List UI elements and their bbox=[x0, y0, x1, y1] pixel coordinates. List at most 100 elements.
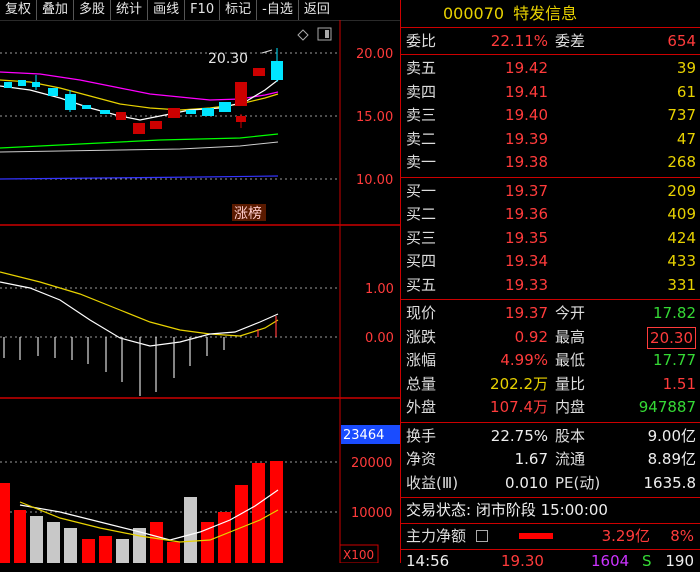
bid-price: 19.34 bbox=[505, 252, 548, 270]
draw-line-button[interactable]: 画线 bbox=[148, 0, 186, 20]
bid-volume: 409 bbox=[667, 205, 696, 223]
bid-volume: 209 bbox=[667, 181, 696, 200]
main-flow-label: 主力净额 bbox=[406, 527, 467, 545]
ask-volume: 268 bbox=[667, 153, 696, 171]
float-shares-label: 流通 bbox=[555, 450, 586, 468]
ask-price: 19.42 bbox=[505, 59, 548, 77]
tick-side: S bbox=[642, 552, 652, 570]
list-icon[interactable] bbox=[476, 530, 488, 542]
ask-price: 19.39 bbox=[505, 129, 548, 148]
inner-volume-label: 内盘 bbox=[555, 398, 586, 416]
window-toggle-icon[interactable] bbox=[317, 27, 332, 41]
bid-volume: 433 bbox=[667, 252, 696, 270]
main-flow-pct: 8% bbox=[670, 527, 694, 545]
remove-watchlist-button[interactable]: -自选 bbox=[257, 0, 299, 20]
quote-row: 总量 202.2万 量比 1.51 bbox=[401, 373, 700, 397]
low-label: 最低 bbox=[555, 351, 586, 369]
bid-row[interactable]: 买一 19.37 209 bbox=[401, 180, 700, 204]
back-button[interactable]: 返回 bbox=[299, 0, 335, 20]
quote-row: 涨幅 4.99% 最低 17.77 bbox=[401, 349, 700, 373]
axis-label-macd: 0.00 bbox=[365, 331, 394, 346]
fundamentals: 换手 22.75% 股本 9.00亿 净资 1.67 流通 8.89亿 收益(Ⅲ… bbox=[401, 423, 700, 496]
bid-price: 19.37 bbox=[505, 181, 548, 200]
main-flow-value: 3.29亿 bbox=[601, 527, 650, 545]
bid-price: 19.35 bbox=[505, 228, 548, 247]
tick-volume: 1604 bbox=[591, 552, 630, 570]
chart-area[interactable]: 20.30 涨榜 20.00 15.00 10.00 1.00 0.00 234… bbox=[0, 20, 400, 563]
net-assets-label: 净资 bbox=[406, 450, 437, 468]
change-value: 0.92 bbox=[514, 327, 548, 346]
ask-row[interactable]: 卖一 19.38 268 bbox=[401, 151, 700, 175]
inner-volume-value: 947887 bbox=[638, 398, 696, 416]
ask-price: 19.41 bbox=[505, 82, 548, 101]
fundamental-row: 净资 1.67 流通 8.89亿 bbox=[401, 448, 700, 472]
tick-count: 190 bbox=[665, 552, 694, 570]
outer-volume-value: 107.4万 bbox=[490, 398, 548, 416]
bid-row[interactable]: 买三 19.35 424 bbox=[401, 227, 700, 251]
rising-rank-label: 涨榜 bbox=[234, 205, 262, 222]
multi-stock-button[interactable]: 多股 bbox=[74, 0, 112, 20]
turnover-value: 22.75% bbox=[490, 426, 548, 445]
current-price-label: 现价 bbox=[406, 304, 437, 322]
bid-volume: 331 bbox=[667, 275, 696, 294]
outer-volume-label: 外盘 bbox=[406, 398, 437, 416]
ask-label: 卖一 bbox=[406, 153, 437, 171]
macd-histogram bbox=[3, 337, 225, 396]
axis-label-vol: 20000 bbox=[351, 456, 392, 471]
bid-price: 19.36 bbox=[505, 205, 548, 223]
bid-row[interactable]: 买四 19.34 433 bbox=[401, 250, 700, 274]
quote-row: 外盘 107.4万 内盘 947887 bbox=[401, 396, 700, 420]
fundamental-row: 换手 22.75% 股本 9.00亿 bbox=[401, 425, 700, 449]
main-flow-row[interactable]: 主力净额 3.29亿 8% bbox=[401, 524, 700, 549]
net-assets-value: 1.67 bbox=[514, 450, 548, 468]
open-label: 今开 bbox=[555, 304, 586, 322]
float-shares-value: 8.89亿 bbox=[647, 450, 696, 468]
diamond-icon[interactable] bbox=[297, 29, 309, 41]
high-price-label: 20.30 bbox=[208, 51, 248, 67]
total-shares-value: 9.00亿 bbox=[647, 426, 696, 445]
ask-row[interactable]: 卖二 19.39 47 bbox=[401, 128, 700, 152]
trade-status-row: 交易状态: 闭市阶段 15:00:00 bbox=[401, 498, 700, 523]
change-label: 涨跌 bbox=[406, 327, 437, 346]
bid-row[interactable]: 买五 19.33 331 bbox=[401, 274, 700, 298]
kline-chart[interactable]: 20.30 涨榜 20.00 15.00 10.00 1.00 0.00 234… bbox=[0, 20, 400, 563]
axis-label-main: 20.00 bbox=[356, 47, 393, 62]
pe-value: 1635.8 bbox=[643, 473, 697, 492]
bid-row[interactable]: 买二 19.36 409 bbox=[401, 203, 700, 227]
stock-name: 特发信息 bbox=[513, 4, 578, 23]
bid-label: 买五 bbox=[406, 275, 437, 294]
volume-value: 202.2万 bbox=[490, 374, 548, 393]
ask-label: 卖二 bbox=[406, 129, 437, 148]
axis-label-main: 10.00 bbox=[356, 173, 393, 188]
f10-button[interactable]: F10 bbox=[185, 0, 221, 20]
scale-label: X100 bbox=[343, 548, 374, 562]
fuquan-button[interactable]: 复权 bbox=[0, 0, 38, 20]
statistics-button[interactable]: 统计 bbox=[111, 0, 149, 20]
ask-row[interactable]: 卖三 19.40 737 bbox=[401, 104, 700, 128]
mark-button[interactable]: 标记 bbox=[220, 0, 258, 20]
chart-toolbar: 复权 叠加 多股 统计 画线 F10 标记 -自选 返回 bbox=[0, 0, 400, 21]
eps-label: 收益(Ⅲ) bbox=[406, 473, 459, 492]
ask-row[interactable]: 卖五 19.42 39 bbox=[401, 57, 700, 81]
volume-ratio-label: 量比 bbox=[555, 374, 586, 393]
dea-line bbox=[0, 271, 279, 337]
ask-volume: 61 bbox=[676, 82, 696, 101]
high-label: 最高 bbox=[555, 327, 586, 346]
axis-label-vol: 10000 bbox=[351, 506, 392, 521]
ask-label: 卖四 bbox=[406, 82, 437, 101]
bid-label: 买四 bbox=[406, 252, 437, 270]
overlay-button[interactable]: 叠加 bbox=[37, 0, 75, 20]
volume-ratio-value: 1.51 bbox=[662, 374, 696, 393]
weibi-row: 委比 22.11% 委差 654 bbox=[401, 28, 700, 54]
bid-volume: 424 bbox=[667, 228, 696, 247]
ask-row[interactable]: 卖四 19.41 61 bbox=[401, 81, 700, 105]
ask-book: 卖五 19.42 39 卖四 19.41 61 卖三 19.40 737 卖二 … bbox=[401, 55, 700, 175]
weibi-label: 委比 bbox=[406, 32, 437, 50]
bid-label: 买三 bbox=[406, 228, 437, 247]
bid-book: 买一 19.37 209 买二 19.36 409 买三 19.35 424 买… bbox=[401, 178, 700, 298]
volume-label: 总量 bbox=[406, 374, 437, 393]
total-shares-label: 股本 bbox=[555, 426, 586, 445]
ask-volume: 47 bbox=[676, 129, 696, 148]
weibi-value: 22.11% bbox=[490, 32, 548, 50]
bid-label: 买二 bbox=[406, 205, 437, 223]
